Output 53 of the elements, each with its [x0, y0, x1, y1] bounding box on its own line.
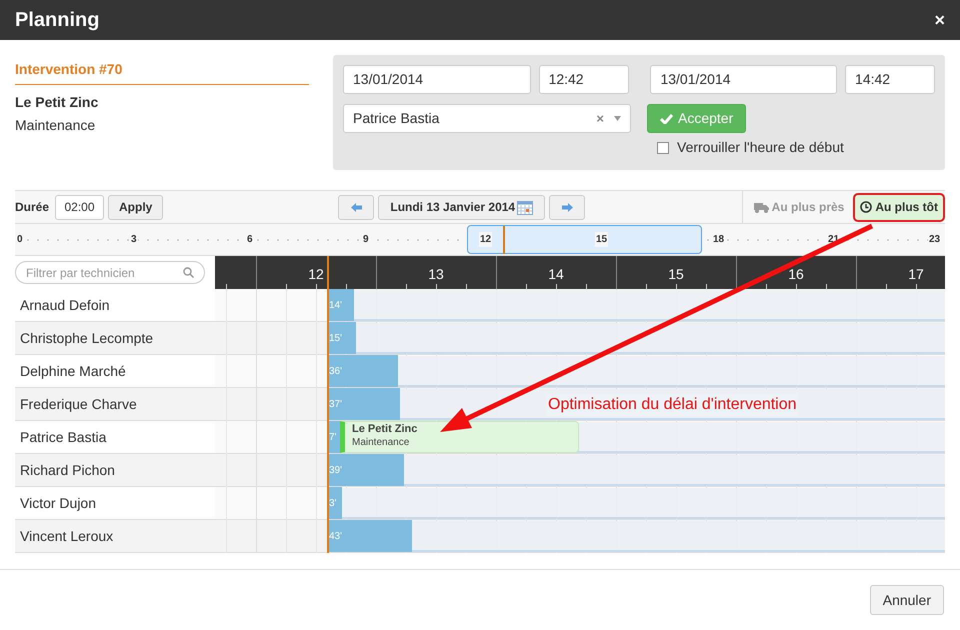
- hour-label: 14: [547, 265, 565, 284]
- travel-bar: 15': [328, 322, 356, 354]
- close-button[interactable]: ×: [934, 11, 945, 29]
- task-type: Maintenance: [352, 436, 410, 450]
- window-title: Planning: [15, 8, 100, 33]
- ruler-tick: 12: [479, 232, 492, 247]
- time-field[interactable]: 14:42: [845, 65, 936, 94]
- hour-label: 16: [787, 265, 805, 284]
- intervention-type: Maintenance: [15, 116, 96, 135]
- cancel-button[interactable]: Annuler: [870, 585, 944, 615]
- mode-button[interactable]: Au plus tôt: [853, 192, 945, 222]
- truck-icon: [754, 202, 769, 212]
- annotation-text: Optimisation du délai d'intervention: [547, 393, 798, 417]
- hour-label: 12: [307, 265, 325, 284]
- technician-name[interactable]: Richard Pichon: [15, 454, 215, 487]
- client-name: Le Petit Zinc: [15, 93, 100, 112]
- date-button[interactable]: Lundi 13 Janvier 2014: [378, 194, 546, 220]
- arrow-right-icon: [562, 202, 573, 212]
- travel-bar: 3': [328, 487, 342, 519]
- travel-bar: 36': [328, 355, 398, 387]
- previous-button[interactable]: [338, 194, 374, 220]
- task-client: Le Petit Zinc: [352, 423, 418, 436]
- calendar-icon: [517, 199, 534, 215]
- date-field[interactable]: 13/01/2014: [650, 65, 838, 94]
- lock-checkbox[interactable]: [657, 142, 669, 154]
- travel-bar: 37': [328, 388, 400, 420]
- arrow-left-icon: [350, 202, 362, 212]
- travel-bar: 43': [328, 520, 412, 552]
- clear-icon[interactable]: ×: [596, 108, 604, 128]
- hour-label: 15: [667, 265, 685, 284]
- lock-label: Verrouiller l'heure de début: [677, 138, 844, 157]
- travel-bar: 39': [328, 454, 404, 486]
- hour-label: 17: [907, 265, 925, 284]
- hour-label: 13: [427, 265, 445, 284]
- apply-button[interactable]: Apply: [108, 194, 164, 220]
- search-icon: [183, 267, 194, 278]
- technician-name[interactable]: Vincent Leroux: [15, 520, 215, 553]
- travel-bar: 14': [328, 289, 354, 321]
- next-button[interactable]: [549, 194, 586, 220]
- technician-name[interactable]: Frederique Charve: [15, 388, 215, 421]
- time-field[interactable]: 12:42: [538, 65, 629, 94]
- check-icon: [660, 113, 673, 124]
- duration-label: Durée: [15, 199, 50, 216]
- task-card[interactable]: Le Petit Zinc Maintenance: [340, 421, 579, 453]
- technician-name[interactable]: Christophe Lecompte: [15, 322, 215, 355]
- intervention-title: Intervention #70: [15, 55, 309, 85]
- clock-icon: [860, 201, 872, 213]
- caret-icon: [614, 116, 621, 121]
- duration-field[interactable]: 02:00: [55, 194, 104, 220]
- date-field[interactable]: 13/01/2014: [343, 65, 531, 94]
- travel-bar: 7': [328, 421, 340, 453]
- technician-select[interactable]: Patrice Bastia ×: [343, 104, 631, 133]
- ruler-tick: 15: [595, 232, 608, 247]
